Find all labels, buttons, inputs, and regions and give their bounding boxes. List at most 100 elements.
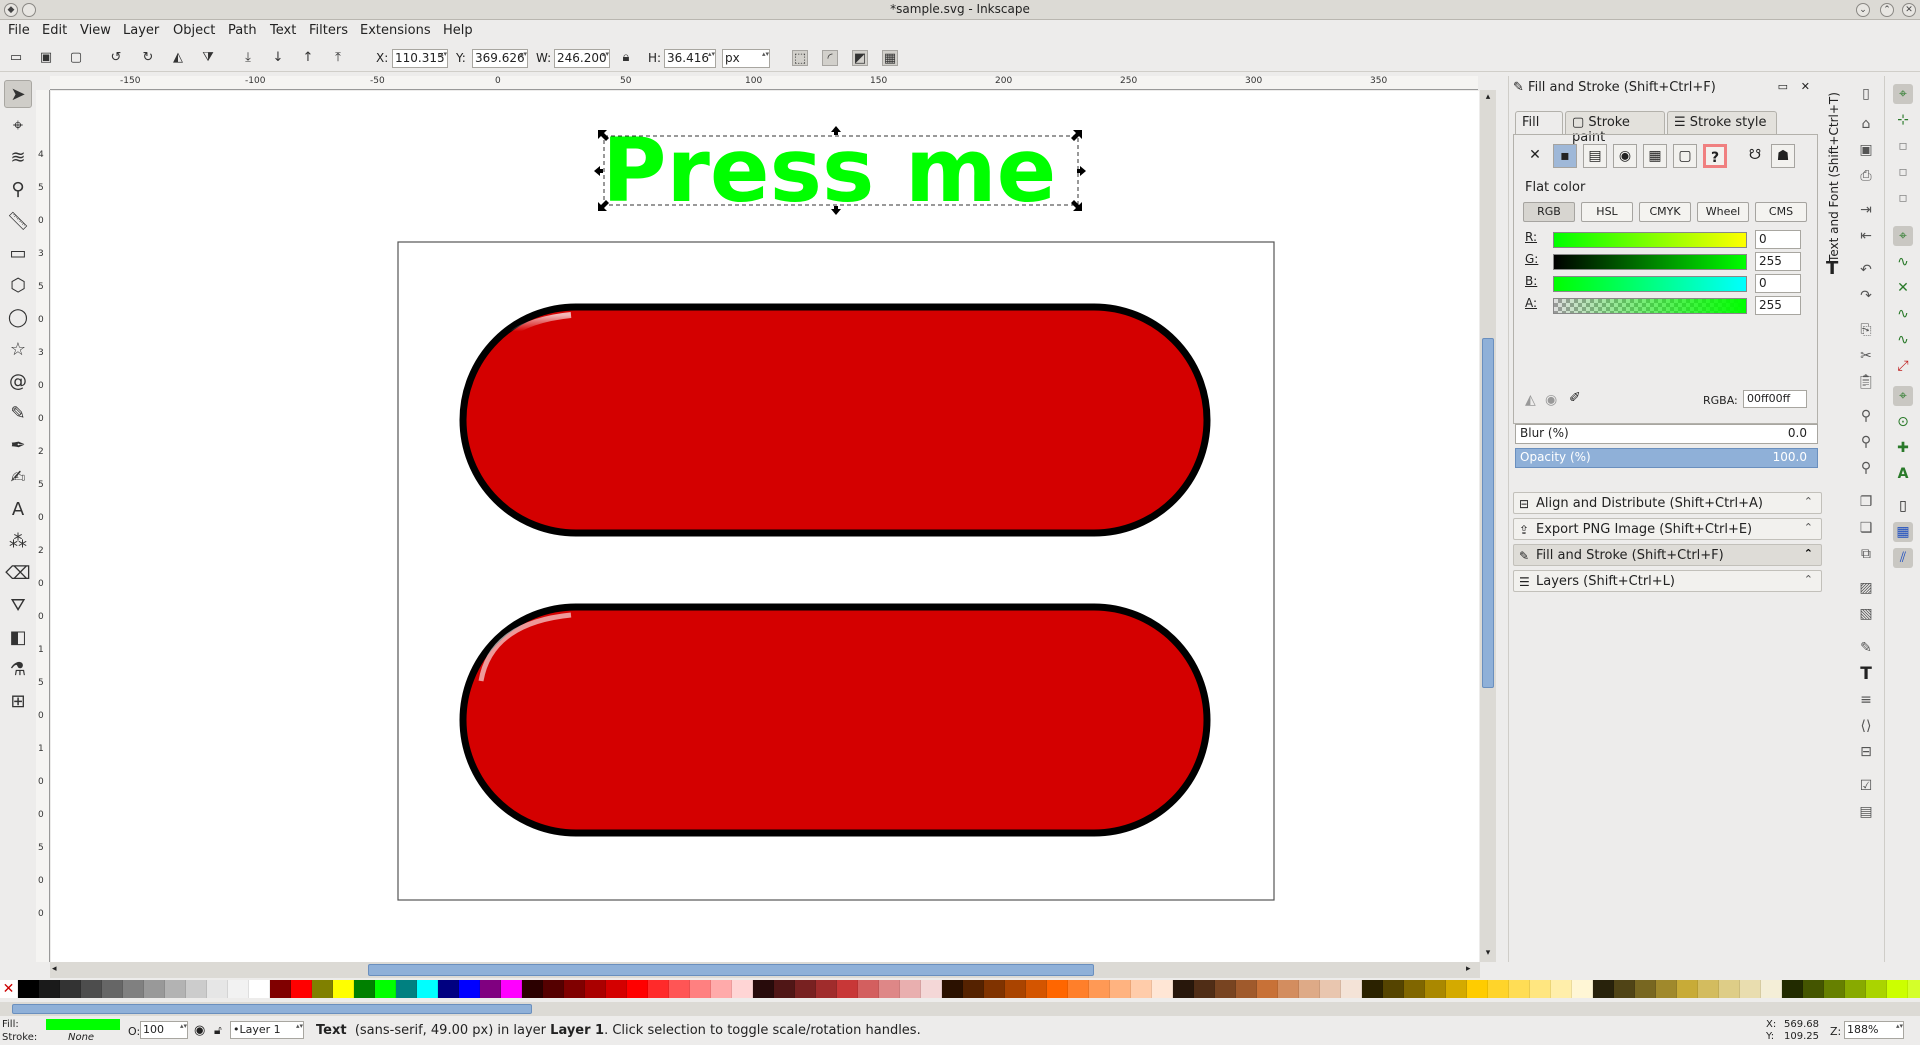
snap-bbox-corner-icon[interactable]: ▫ [1893,162,1913,182]
panel-close-icon[interactable]: ✕ [1801,80,1810,93]
palette-swatch[interactable] [18,980,39,998]
move-patterns-icon[interactable]: ▦ [882,50,898,66]
lock-icon[interactable]: 🔒︎ [618,50,634,66]
iconify-icon[interactable]: ▭ [1778,80,1788,93]
palette-swatch[interactable] [1320,980,1341,998]
horizontal-scroll-thumb[interactable] [368,964,1094,976]
red-button-top[interactable] [459,303,1211,537]
slider-r[interactable] [1553,232,1747,248]
palette-swatch[interactable] [1488,980,1509,998]
no-paint-icon[interactable]: ✕ [1523,144,1547,168]
palette-swatch[interactable] [60,980,81,998]
palette-swatch[interactable] [1131,980,1152,998]
menu-view[interactable]: View [80,23,111,38]
export-icon[interactable]: ⇤ [1856,226,1876,246]
palette-swatch[interactable] [942,980,963,998]
palette-swatch[interactable] [1698,980,1719,998]
unset-paint-icon[interactable]: ? [1703,144,1727,168]
palette-swatch[interactable] [1593,980,1614,998]
raise-icon[interactable]: ↑ [300,50,316,66]
menu-file[interactable]: File [8,23,30,38]
palette-swatch[interactable] [1257,980,1278,998]
snap-smooth-icon[interactable]: ∿ [1893,330,1913,350]
palette-swatch[interactable] [1887,980,1908,998]
dropper-tool-icon[interactable]: ⚗ [4,656,32,684]
unit-select[interactable]: px [722,49,770,68]
select-all-icon[interactable]: ▭ [8,50,24,66]
palette-swatch[interactable] [1278,980,1299,998]
pattern-icon[interactable]: ▦ [1643,144,1667,168]
palette-swatch[interactable] [1446,980,1467,998]
palette-swatch[interactable] [921,980,942,998]
palette-swatch[interactable] [39,980,60,998]
palette-swatch[interactable] [564,980,585,998]
h-input[interactable]: 36.416 [664,49,716,68]
palette-swatch[interactable] [144,980,165,998]
zoom-selection-icon[interactable]: ⚲ [1856,406,1876,426]
menu-extensions[interactable]: Extensions [360,23,431,38]
document-properties-icon[interactable]: ▤ [1856,802,1876,822]
palette-swatch[interactable] [1866,980,1887,998]
scale-corners-icon[interactable]: ◜ [822,50,838,66]
flip-horizontal-icon[interactable]: ◭ [170,50,186,66]
spiral-tool-icon[interactable]: @ [4,368,32,396]
3d-box-tool-icon[interactable]: ⬡ [4,272,32,300]
paint-bucket-tool-icon[interactable]: ⛛ [4,592,32,620]
dock-layers[interactable]: ☰ Layers (Shift+Ctrl+L) ⌃ [1513,570,1822,592]
snap-page-border-icon[interactable]: ▯ [1893,496,1913,516]
palette-swatch[interactable] [165,980,186,998]
fill-stroke-dialog-icon[interactable]: ✎ [1856,638,1876,658]
mode-cmyk[interactable]: CMYK [1639,202,1691,222]
print-icon[interactable]: ⎙ [1856,166,1876,186]
palette-swatch[interactable] [795,980,816,998]
palette-swatch[interactable] [585,980,606,998]
xml-editor-icon[interactable]: ⟨⟩ [1856,716,1876,736]
palette-swatch[interactable] [1215,980,1236,998]
palette-swatch[interactable] [1089,980,1110,998]
palette-swatch[interactable] [648,980,669,998]
palette-swatch[interactable] [1425,980,1446,998]
layer-lock-icon[interactable]: 🔓︎ [214,1023,222,1038]
palette-swatch[interactable] [1404,980,1425,998]
snap-rotation-center-icon[interactable]: ✚ [1893,438,1913,458]
zoom-drawing-icon[interactable]: ⚲ [1856,432,1876,452]
palette-swatch[interactable] [1656,980,1677,998]
palette-swatch[interactable] [837,980,858,998]
palette-swatch[interactable] [774,980,795,998]
palette-swatch[interactable] [1761,980,1782,998]
palette-swatch[interactable] [333,980,354,998]
gradient-tool-icon[interactable]: ◧ [4,624,32,652]
menu-object[interactable]: Object [173,23,215,38]
slider-b[interactable] [1553,276,1747,292]
palette-swatch[interactable] [501,980,522,998]
text-dialog-icon[interactable]: T [1856,664,1876,684]
horizontal-scrollbar[interactable]: ◂ ▸ [50,962,1480,978]
snap-paths-icon[interactable]: ∿ [1893,252,1913,272]
palette-swatch[interactable] [669,980,690,998]
palette-swatch[interactable] [1068,980,1089,998]
snap-bbox-icon[interactable]: ⊹ [1893,110,1913,130]
stroke-indicator[interactable]: None [68,1032,94,1043]
snap-enable-icon[interactable]: ⌖ [1893,84,1913,104]
fill-indicator[interactable] [46,1019,120,1030]
palette-swatch[interactable] [207,980,228,998]
opacity-slider[interactable]: Opacity (%) 100.0 [1515,448,1818,468]
layer-select[interactable]: •Layer 1 [230,1021,304,1039]
palette-swatch[interactable] [753,980,774,998]
palette-swatch[interactable] [963,980,984,998]
canvas[interactable]: Press me [51,91,1479,962]
scroll-left-icon[interactable]: ◂ [52,964,64,976]
vertical-scrollbar[interactable]: ▴ ▾ [1480,90,1496,962]
palette-swatch[interactable] [984,980,1005,998]
palette-swatch[interactable] [270,980,291,998]
layers-dialog-icon[interactable]: ≡ [1856,690,1876,710]
tweak-tool-icon[interactable]: ≋ [4,144,32,172]
deselect-icon[interactable]: ▢ [68,50,84,66]
align-dialog-icon[interactable]: ⊟ [1856,742,1876,762]
palette-swatch[interactable] [1572,980,1593,998]
rotate-ccw-icon[interactable]: ↺ [108,50,124,66]
scroll-up-icon[interactable]: ▴ [1482,92,1494,104]
palette-swatch[interactable] [1509,980,1530,998]
new-document-icon[interactable]: ▯ [1856,84,1876,104]
snap-bbox-edge-icon[interactable]: ▫ [1893,136,1913,156]
